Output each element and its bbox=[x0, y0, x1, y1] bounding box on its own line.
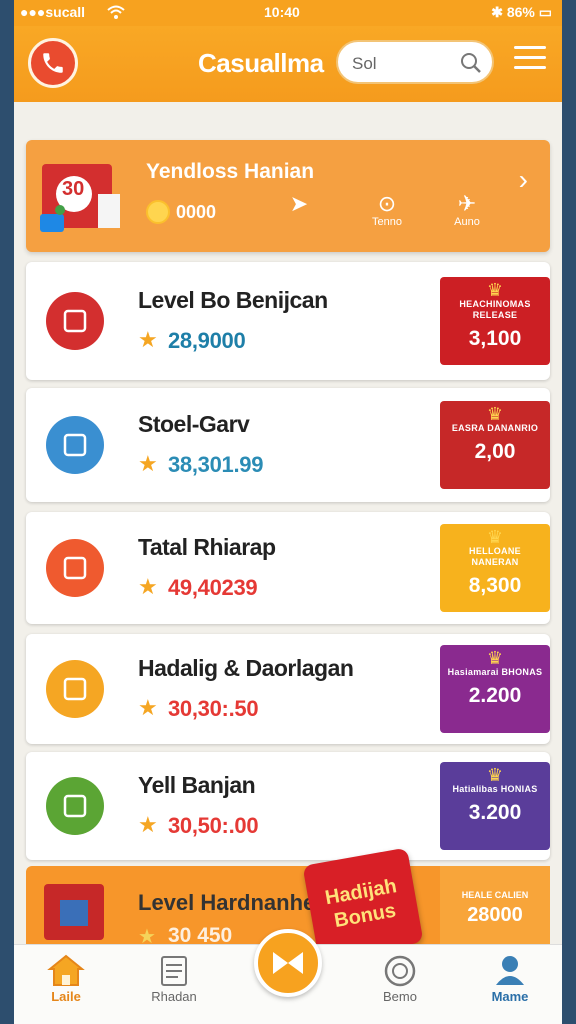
app-header: Casuallma Sol bbox=[14, 26, 562, 102]
chevron-right-icon[interactable]: › bbox=[519, 164, 528, 196]
banner-item-1[interactable]: ➤ bbox=[274, 192, 324, 216]
airplane-icon: ✈ bbox=[457, 191, 477, 216]
level-name: Hadalig & Daorlagan bbox=[138, 655, 354, 681]
home-icon bbox=[47, 954, 85, 986]
app-title: Casuallma bbox=[198, 48, 324, 78]
list-item[interactable]: Yell Banjan ★ 30,50:.00 ♛ Hatialibas HONIAS 3… bbox=[26, 752, 550, 860]
paper-plane-icon: ➤ bbox=[289, 191, 309, 216]
status-bar: ●●●sucall 10:40 ✱ 86% ▭ bbox=[14, 0, 562, 26]
level-thumb-icon bbox=[46, 777, 104, 835]
reward-badge-label: HEACHINOMAS RELEASE bbox=[459, 299, 531, 320]
level-thumb-icon bbox=[46, 539, 104, 597]
reward-badge[interactable]: ♛ HEACHINOMAS RELEASE 3,100 bbox=[440, 277, 550, 365]
document-icon bbox=[161, 956, 187, 986]
profile-icon bbox=[496, 956, 524, 985]
reward-badge-value: 2,00 bbox=[474, 440, 516, 463]
nav-label: Mame bbox=[491, 989, 529, 1004]
reward-badge-label: HELLOANE NANERAN bbox=[469, 546, 521, 567]
target-icon bbox=[384, 955, 416, 987]
featured-banner[interactable]: 30 Yendloss Hanian 0000 ➤ ⊙ Tenno ✈ Auno… bbox=[26, 140, 550, 252]
battery-icon: ▭ bbox=[538, 4, 552, 20]
reward-badge-value: 8,300 bbox=[468, 574, 522, 597]
menu-button[interactable] bbox=[514, 46, 546, 76]
level-thumb-icon bbox=[46, 416, 104, 474]
wifi-icon bbox=[107, 5, 125, 19]
reward-badge[interactable]: ♛ EASRA DANANRIO 2,00 bbox=[440, 401, 550, 489]
level-score: 49,40239 bbox=[168, 575, 258, 600]
bottom-nav: Laile Rhadan Bemo Mame bbox=[14, 929, 562, 1024]
level-name: Level Bo Benijcan bbox=[138, 287, 328, 313]
nav-item-home[interactable]: Laile bbox=[26, 953, 106, 1004]
banner-item-3[interactable]: ✈ Auno bbox=[442, 191, 492, 229]
promo-badge-label: HEALE CALIEN bbox=[461, 890, 529, 900]
crown-icon: ♛ bbox=[486, 765, 504, 785]
level-name: Stoel-Garv bbox=[138, 411, 250, 437]
reward-badge-value: 3.200 bbox=[468, 801, 522, 824]
reward-badge-label: EASRA DANANRIO bbox=[451, 423, 539, 433]
search-input[interactable]: Sol bbox=[336, 40, 494, 84]
list-item[interactable]: Level Bo Benijcan ★ 28,9000 ♛ HEACHINOMAS RE… bbox=[26, 262, 550, 380]
carrier-label: ●●●sucall bbox=[20, 4, 86, 20]
nav-label: Rhadan bbox=[151, 989, 197, 1004]
reward-badge[interactable]: ♛ HELLOANE NANERAN 8,300 bbox=[440, 524, 550, 612]
banner-title: Yendloss Hanian bbox=[146, 160, 315, 183]
level-thumb-icon bbox=[46, 660, 104, 718]
banner-item-label: Tenno bbox=[372, 216, 402, 228]
crown-icon: ♛ bbox=[486, 648, 504, 668]
bluetooth-icon: ✱ bbox=[491, 4, 507, 20]
crown-icon: ♛ bbox=[486, 527, 504, 547]
bowtie-icon bbox=[273, 952, 303, 974]
reward-badge[interactable]: ♛ Hatialibas HONIAS 3.200 bbox=[440, 762, 550, 850]
nav-item-rhadan[interactable]: Rhadan bbox=[134, 953, 214, 1004]
battery-label: ✱ 86% ▭ bbox=[491, 4, 552, 20]
search-placeholder: Sol bbox=[352, 54, 377, 73]
reward-badge-label: Hatialibas HONIAS bbox=[452, 784, 538, 794]
phone-icon bbox=[43, 53, 63, 73]
nav-item-bemo[interactable]: Bemo bbox=[360, 953, 440, 1004]
star-icon: ★ bbox=[138, 451, 158, 476]
play-button[interactable] bbox=[254, 929, 322, 997]
reward-badge-value: 2.200 bbox=[468, 684, 522, 707]
star-icon: ★ bbox=[138, 695, 158, 720]
level-name: Tatal Rhiarap bbox=[138, 534, 276, 560]
star-icon: ★ bbox=[138, 327, 158, 352]
list-item[interactable]: Hadalig & Daorlagan ★ 30,30:.50 ♛ Hasiamarai… bbox=[26, 634, 550, 744]
coin-icon bbox=[146, 200, 170, 224]
banner-badge-number: 30 bbox=[62, 178, 85, 200]
nav-label: Bemo bbox=[383, 989, 417, 1004]
star-icon: ★ bbox=[138, 812, 158, 837]
level-name: Yell Banjan bbox=[138, 772, 256, 798]
app-screen: ●●●sucall 10:40 ✱ 86% ▭ Casuallma Sol 30… bbox=[14, 0, 562, 1024]
coin-count: 0000 bbox=[176, 202, 217, 222]
crown-icon: ♛ bbox=[486, 280, 504, 300]
list-item[interactable]: Tatal Rhiarap ★ 49,40239 ♛ HELLOANE NANERAN 8… bbox=[26, 512, 550, 624]
search-icon[interactable] bbox=[460, 52, 482, 74]
medal-icon: ⊙ bbox=[377, 191, 397, 216]
list-item[interactable]: Stoel-Garv ★ 38,301.99 ♛ EASRA DANANRIO 2,00 bbox=[26, 388, 550, 502]
promo-name: Level Hardnanhe bbox=[138, 890, 316, 915]
nav-label: Laile bbox=[51, 989, 81, 1004]
level-score: 28,9000 bbox=[168, 328, 246, 353]
promo-badge[interactable]: HEALE CALIEN 28000 bbox=[440, 866, 550, 956]
crown-icon: ♛ bbox=[486, 404, 504, 424]
nav-item-profile[interactable]: Mame bbox=[470, 953, 550, 1004]
star-icon: ★ bbox=[138, 574, 158, 599]
call-button[interactable] bbox=[28, 38, 78, 88]
level-score: 38,301.99 bbox=[168, 452, 264, 477]
reward-badge-value: 3,100 bbox=[468, 327, 522, 350]
level-score: 30,50:.00 bbox=[168, 813, 259, 838]
level-score: 30,30:.50 bbox=[168, 696, 259, 721]
reward-badge[interactable]: ♛ Hasiamarai BHONAS 2.200 bbox=[440, 645, 550, 733]
level-thumb-icon bbox=[46, 292, 104, 350]
hamburger-icon bbox=[514, 46, 546, 49]
gift-box-icon bbox=[44, 884, 104, 940]
reward-badge-label: Hasiamarai BHONAS bbox=[447, 667, 543, 677]
banner-item-label: Auno bbox=[454, 216, 480, 228]
status-time: 10:40 bbox=[264, 4, 300, 20]
promo-badge-value: 28000 bbox=[467, 904, 523, 926]
banner-item-2[interactable]: ⊙ Tenno bbox=[362, 191, 412, 229]
